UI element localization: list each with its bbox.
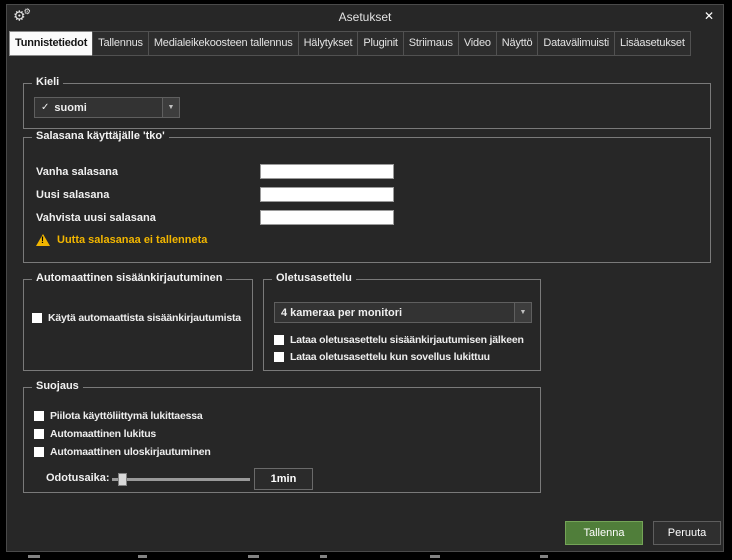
tab-medialeikekoosteen-tallennus[interactable]: Medialeikekoosteen tallennus xyxy=(147,31,299,56)
checkbox-box xyxy=(34,429,44,439)
warning-text: Uutta salasanaa ei tallenneta xyxy=(57,234,208,246)
checkbox-box xyxy=(274,335,284,345)
auto-login-checkbox-label: Käytä automaattista sisäänkirjautumista xyxy=(48,312,241,324)
cancel-button[interactable]: Peruuta xyxy=(653,521,721,545)
tab-striimaus[interactable]: Striimaus xyxy=(402,31,459,56)
default-layout-group: Oletusasettelu 4 kameraa per monitori ▼ … xyxy=(263,272,541,371)
default-layout-dropdown-value: 4 kameraa per monitori xyxy=(275,303,514,322)
save-button[interactable]: Tallenna xyxy=(565,521,643,545)
auto-login-checkbox[interactable]: Käytä automaattista sisäänkirjautumista xyxy=(32,312,241,324)
old-password-label: Vanha salasana xyxy=(36,166,118,178)
wait-time-label: Odotusaika: xyxy=(46,472,110,484)
desktop-artifact xyxy=(320,555,327,558)
tab-bar: Tunnistetiedot Tallennus Medialeikekoost… xyxy=(9,31,721,56)
checkbox-box xyxy=(34,411,44,421)
checkbox-box xyxy=(32,313,42,323)
dialog-title: Asetukset xyxy=(338,10,392,24)
language-group: Kieli ✓ suomi ▼ xyxy=(23,76,711,129)
new-password-label: Uusi salasana xyxy=(36,189,110,201)
automatic-lock-label: Automaattinen lukitus xyxy=(50,428,157,440)
old-password-input[interactable] xyxy=(260,164,394,179)
default-layout-dropdown[interactable]: 4 kameraa per monitori ▼ xyxy=(274,302,532,323)
desktop-artifact xyxy=(248,555,259,558)
load-layout-after-login-label: Lataa oletusasettelu sisäänkirjautumisen… xyxy=(290,334,524,346)
checkbox-box xyxy=(274,352,284,362)
wait-time-value[interactable]: 1min xyxy=(254,468,313,490)
load-layout-after-login-checkbox[interactable]: Lataa oletusasettelu sisäänkirjautumisen… xyxy=(274,334,524,346)
warning-icon xyxy=(36,234,50,246)
tab-video[interactable]: Video xyxy=(457,31,497,56)
language-dropdown-value: ✓ suomi xyxy=(35,98,162,117)
default-layout-selected-label: 4 kameraa per monitori xyxy=(281,306,403,319)
chevron-down-icon[interactable]: ▼ xyxy=(514,303,531,322)
tab-lisaasetukset[interactable]: Lisäasetukset xyxy=(614,31,691,56)
hide-ui-when-locked-checkbox[interactable]: Piilota käyttöliittymä lukittaessa xyxy=(34,410,203,422)
protection-group-title: Suojaus xyxy=(32,380,83,392)
password-warning: Uutta salasanaa ei tallenneta xyxy=(36,234,207,246)
desktop-artifact xyxy=(28,555,40,558)
tab-datavalimuisti[interactable]: Datavälimuisti xyxy=(537,31,616,56)
auto-login-group-title: Automaattinen sisäänkirjautuminen xyxy=(32,272,227,284)
checkbox-box xyxy=(34,447,44,457)
settings-gear-icon: ⚙⚙ xyxy=(13,7,31,25)
automatic-logout-label: Automaattinen uloskirjautuminen xyxy=(50,446,211,458)
close-icon[interactable]: ✕ xyxy=(704,9,714,23)
load-layout-on-lock-label: Lataa oletusasettelu kun sovellus lukitt… xyxy=(290,351,490,363)
wait-time-slider[interactable] xyxy=(112,473,250,486)
check-icon: ✓ xyxy=(41,102,50,113)
hide-ui-when-locked-label: Piilota käyttöliittymä lukittaessa xyxy=(50,410,203,422)
desktop-background: ⚙⚙ Asetukset ✕ Tunnistetiedot Tallennus … xyxy=(0,0,732,560)
language-selected-label: suomi xyxy=(54,101,87,114)
automatic-logout-checkbox[interactable]: Automaattinen uloskirjautuminen xyxy=(34,446,211,458)
tab-tunnistetiedot[interactable]: Tunnistetiedot xyxy=(9,31,94,56)
auto-login-group: Automaattinen sisäänkirjautuminen Käytä … xyxy=(23,272,253,371)
password-group-title: Salasana käyttäjälle 'tko' xyxy=(32,130,169,142)
wait-time-slider-thumb[interactable] xyxy=(118,473,127,486)
load-layout-on-lock-checkbox[interactable]: Lataa oletusasettelu kun sovellus lukitt… xyxy=(274,351,490,363)
chevron-down-icon[interactable]: ▼ xyxy=(162,98,179,117)
tab-tallennus[interactable]: Tallennus xyxy=(92,31,149,56)
tab-naytto[interactable]: Näyttö xyxy=(495,31,539,56)
password-group: Salasana käyttäjälle 'tko' Vanha salasan… xyxy=(23,130,711,263)
desktop-artifact xyxy=(540,555,548,558)
tab-pluginit[interactable]: Pluginit xyxy=(357,31,404,56)
confirm-password-input[interactable] xyxy=(260,210,394,225)
desktop-artifact xyxy=(138,555,147,558)
new-password-input[interactable] xyxy=(260,187,394,202)
protection-group: Suojaus Piilota käyttöliittymä lukittaes… xyxy=(23,380,541,493)
gear-small-icon: ⚙ xyxy=(23,7,31,16)
title-bar: ⚙⚙ Asetukset ✕ xyxy=(7,5,723,29)
automatic-lock-checkbox[interactable]: Automaattinen lukitus xyxy=(34,428,156,440)
language-group-title: Kieli xyxy=(32,76,64,88)
settings-dialog: ⚙⚙ Asetukset ✕ Tunnistetiedot Tallennus … xyxy=(6,4,724,552)
confirm-password-label: Vahvista uusi salasana xyxy=(36,212,156,224)
default-layout-group-title: Oletusasettelu xyxy=(272,272,356,284)
desktop-artifact xyxy=(430,555,440,558)
language-dropdown[interactable]: ✓ suomi ▼ xyxy=(34,97,180,118)
tab-halytykset[interactable]: Hälytykset xyxy=(297,31,359,56)
